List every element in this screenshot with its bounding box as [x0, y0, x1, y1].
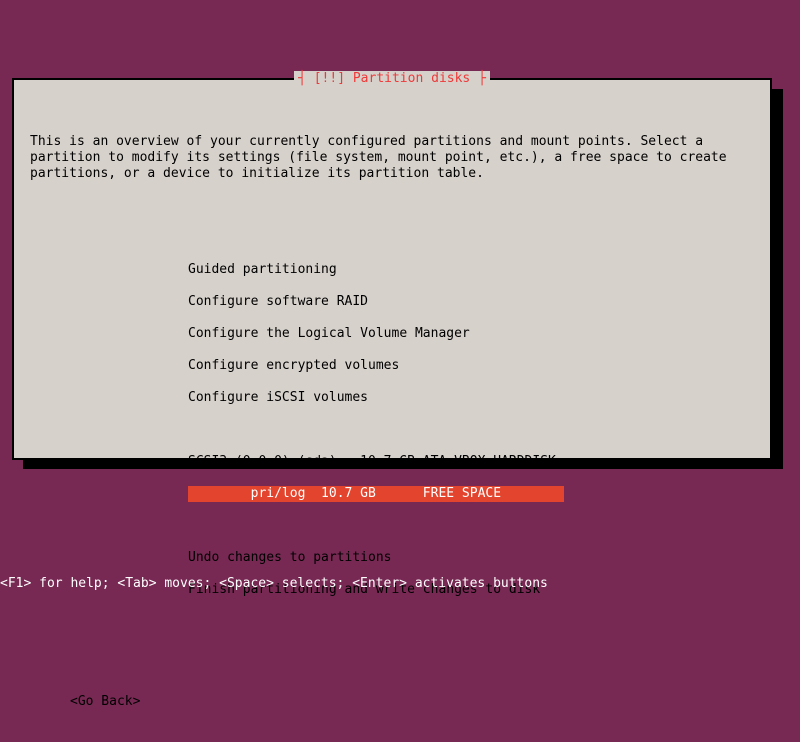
menu-guided-partitioning[interactable]: Guided partitioning: [188, 262, 754, 278]
help-bar: <F1> for help; <Tab> moves; <Space> sele…: [0, 576, 800, 592]
menu-configure-raid[interactable]: Configure software RAID: [188, 294, 754, 310]
dialog-title: [!!] Partition disks: [314, 71, 471, 86]
frame-deco-right: ├: [470, 71, 486, 86]
disk-device-header[interactable]: SCSI3 (0,0,0) (sda) - 10.7 GB ATA VBOX H…: [188, 454, 754, 470]
dialog-intro-text: This is an overview of your currently co…: [30, 134, 754, 182]
partition-free-space-selected[interactable]: pri/log 10.7 GB FREE SPACE: [188, 486, 564, 502]
menu-undo-changes[interactable]: Undo changes to partitions: [188, 550, 754, 566]
go-back-button[interactable]: <Go Back>: [70, 694, 754, 710]
partition-disks-dialog: ┤ [!!] Partition disks ├ This is an over…: [12, 78, 772, 460]
menu-configure-encrypted[interactable]: Configure encrypted volumes: [188, 358, 754, 374]
menu-configure-lvm[interactable]: Configure the Logical Volume Manager: [188, 326, 754, 342]
menu-configure-iscsi[interactable]: Configure iSCSI volumes: [188, 390, 754, 406]
frame-deco-left: ┤: [298, 71, 314, 86]
